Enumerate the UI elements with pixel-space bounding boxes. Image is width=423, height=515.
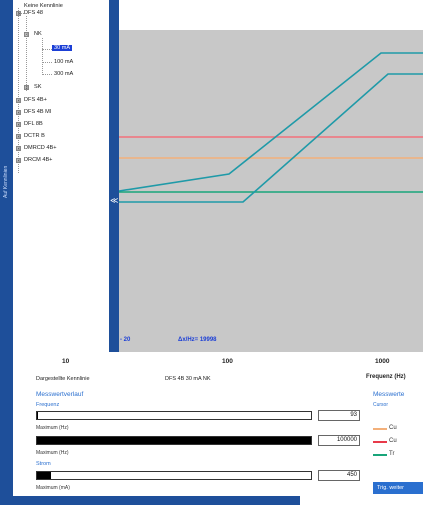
current-value-box[interactable]: 450 [318,470,360,481]
frequency-slider[interactable] [36,411,312,420]
legend-text: Cu [389,438,397,444]
current-label: Strom [36,461,51,467]
tree-item-dmrcd4b-plus[interactable]: DMRCD 4B+ [24,145,56,151]
collapse-arrow-icon[interactable]: ≪ [110,196,118,205]
tree-item-dctrb[interactable]: DCTR B [24,133,45,139]
tree-item-100ma[interactable]: 100 mA [54,59,73,65]
tree-item-sk[interactable]: SK [34,84,41,90]
tree-item-nk[interactable]: NK [34,31,42,37]
trace-lower [119,73,423,203]
legend-swatch [373,441,387,443]
tree-expander-icon[interactable]: ⊟ [16,11,21,16]
x-axis-label: Frequenz (Hz) [366,374,406,380]
measurement-history-title: Messwertverlauf [36,391,84,398]
characteristic-tree[interactable]: Keine Kennlinie ⊟ DFS 48 ⊟ NK 30 mA 100 … [14,0,110,350]
tree-item-dfs4b-mi[interactable]: DFS 4B MI [24,109,51,115]
max-frequency-slider[interactable] [36,436,312,445]
tree-expander-icon[interactable]: ⊞ [16,110,21,115]
max-hz-label: Maximum (Hz) [36,425,69,431]
x-tick-label: 10 [62,358,70,365]
measurements-title: Messwerte [373,391,405,398]
tree-item-dfs4b-plus[interactable]: DFS 4B+ [24,97,47,103]
tree-item-dfl8b[interactable]: DFL 8B [24,121,43,127]
tree-guide-line [26,16,27,91]
tree-expander-icon[interactable]: ⊞ [16,158,21,163]
frequency-slider-fill [37,412,38,419]
tree-expander-icon[interactable]: ⊞ [16,122,21,127]
plot-header-area [119,0,423,30]
tree-item-300ma[interactable]: 300 mA [54,71,73,77]
tree-expander-icon[interactable]: ⊞ [16,98,21,103]
current-slider-fill [37,472,51,479]
side-tab-label: Auf Kennlinien [3,165,9,198]
frequency-value-box[interactable]: 93 [318,410,360,421]
splitter-handle[interactable] [109,0,119,352]
tree-expander-icon[interactable]: ⊞ [24,85,29,90]
tree-guide-line [42,62,52,63]
max-hz-label-2: Maximum (Hz) [36,450,69,456]
plot-readout-level: - 20 [120,337,131,343]
max-frequency-value-box[interactable]: 100000 [318,435,360,446]
tree-item-30ma[interactable]: 30 mA [52,45,73,51]
legend-text: Cu [389,425,397,431]
tree-item-drcm4b-plus[interactable]: DRCM 4B+ [24,157,52,163]
x-tick-label: 1000 [375,358,390,365]
cursor-label: Cursor [373,402,389,408]
legend-swatch [373,428,387,430]
frequency-label: Frequenz [36,402,60,408]
plot-readout-delta: Δx/Hz= 19998 [178,337,217,343]
side-tab-kennlinien[interactable]: Auf Kennlinien [1,130,12,200]
tree-guide-line [42,49,52,50]
window-left-border [0,0,13,505]
legend-swatch [373,454,387,456]
max-frequency-slider-fill [37,437,311,444]
plot-traces [119,52,423,203]
trace-upper [119,52,423,192]
displayed-curve-value: DFS 4B 30 mA NK [165,376,211,382]
max-ma-label: Maximum (mA) [36,485,70,491]
tree-item-none[interactable]: Keine Kennlinie [24,3,63,9]
window-bottom-border [0,496,300,505]
tree-guide-line [42,38,43,75]
tree-expander-icon[interactable]: ⊞ [16,134,21,139]
x-tick-label: 100 [222,358,233,365]
tree-expander-icon[interactable]: ⊞ [16,146,21,151]
current-slider[interactable] [36,471,312,480]
legend-text: Tr [389,451,395,457]
displayed-curve-label: Dargestellte Kennlinie [36,376,90,382]
tree-guide-line [42,74,52,75]
tree-expander-icon[interactable]: ⊟ [24,32,29,37]
trigger-continue-button[interactable]: Trig. weiter [373,482,423,494]
